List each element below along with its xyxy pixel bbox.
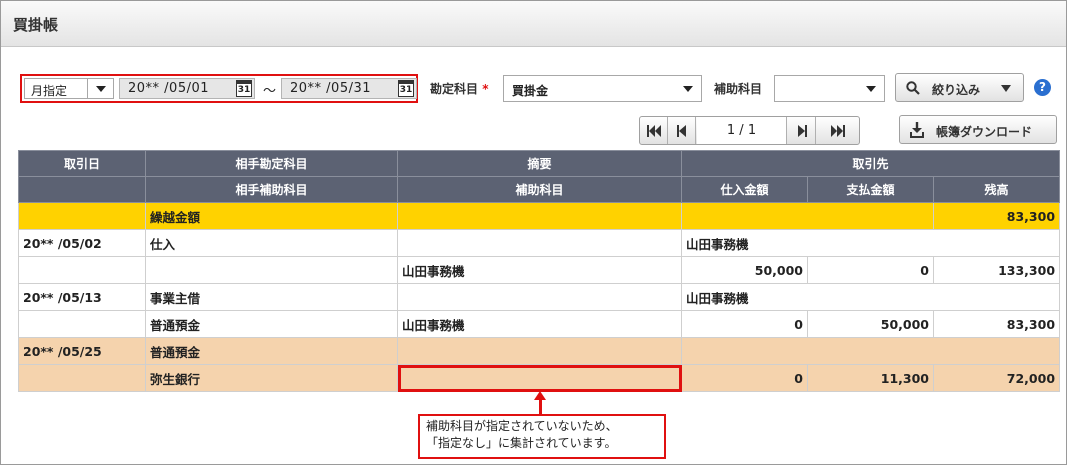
col-date: 取引日 — [18, 150, 146, 177]
sub-account-select[interactable] — [774, 75, 885, 102]
period-mode-value: 月指定 — [31, 84, 68, 98]
partner-cell: 山田事務機 — [680, 283, 1061, 311]
sub-cell: 山田事務機 — [397, 310, 682, 338]
chevron-down-icon — [858, 76, 884, 101]
calendar-icon[interactable]: 31 — [236, 80, 252, 97]
summary-cell — [397, 283, 682, 311]
callout-line-1: 補助科目が指定されていないため、 — [426, 419, 618, 433]
table-row[interactable]: 20** /05/13 事業主借 山田事務機 — [18, 283, 1061, 311]
period-mode-select[interactable]: 月指定 — [24, 78, 114, 99]
header-row: 相手補助科目 補助科目 仕入金額 支払金額 残高 — [18, 176, 1061, 203]
date-cell: 20** /05/13 — [18, 283, 146, 311]
cell — [18, 364, 146, 392]
title-bar: 買掛帳 — [1, 1, 1066, 47]
first-page-button[interactable] — [640, 117, 668, 144]
prev-page-icon — [676, 125, 686, 137]
help-icon[interactable]: ? — [1034, 79, 1051, 96]
search-icon — [906, 81, 920, 95]
page-title: 買掛帳 — [13, 16, 59, 34]
sub-account-cell: 普通預金 — [145, 310, 398, 338]
callout-connector — [539, 398, 542, 414]
col-sub-account: 補助科目 — [397, 176, 682, 203]
date-range-group: 月指定 20** /05/01 31 〜 20** /05/31 31 — [20, 74, 418, 103]
col-blank — [18, 176, 146, 203]
col-counter-sub-account: 相手補助科目 — [145, 176, 398, 203]
payment-cell: 50,000 — [807, 310, 934, 338]
sub-account-cell — [145, 256, 398, 284]
purchase-cell: 0 — [681, 310, 808, 338]
annotation-callout: 補助科目が指定されていないため、 「指定なし」に集計されています。 — [418, 414, 666, 459]
date-from-input[interactable]: 20** /05/01 31 — [119, 78, 255, 99]
account-cell: 普通預金 — [145, 337, 398, 365]
ledger-download-button[interactable]: 帳簿ダウンロード — [899, 115, 1057, 144]
chevron-down-icon — [675, 76, 701, 101]
date-cell: 20** /05/25 — [18, 337, 146, 365]
last-page-icon — [830, 125, 845, 137]
cell — [397, 202, 682, 230]
balance-cell: 133,300 — [932, 256, 1061, 284]
sub-cell: 山田事務機 — [397, 256, 682, 284]
payment-cell: 11,300 — [807, 364, 934, 392]
callout-line-2: 「指定なし」に集計されています。 — [426, 436, 617, 450]
header-row: 取引日 相手勘定科目 摘要 取引先 — [18, 150, 1061, 177]
narrow-down-label: 絞り込み — [932, 83, 981, 97]
pager: 1 / 1 — [639, 116, 860, 145]
col-summary: 摘要 — [397, 150, 682, 177]
ledger-table: 取引日 相手勘定科目 摘要 取引先 相手補助科目 補助科目 仕入金額 支払金額 … — [18, 150, 1061, 392]
purchase-cell: 0 — [681, 364, 808, 392]
page-indicator: 1 / 1 — [697, 117, 787, 144]
account-cell: 仕入 — [145, 229, 398, 257]
prev-page-button[interactable] — [668, 117, 696, 144]
first-page-icon — [646, 125, 661, 137]
partner-cell: 山田事務機 — [680, 229, 1061, 257]
date-to-value: 20** /05/31 — [290, 81, 372, 96]
sub-account-label: 補助科目 — [714, 82, 763, 96]
partner-cell — [680, 337, 1061, 365]
last-page-button[interactable] — [816, 117, 859, 144]
sub-account-cell: 弥生銀行 — [145, 364, 398, 392]
next-page-button[interactable] — [788, 117, 816, 144]
account-select[interactable]: 買掛金 — [503, 75, 702, 102]
summary-cell — [397, 337, 682, 365]
next-page-icon — [797, 125, 807, 137]
narrow-down-button[interactable]: 絞り込み — [895, 73, 1024, 102]
table-row-selected[interactable]: 弥生銀行 0 11,300 72,000 — [18, 364, 1061, 392]
account-label-text: 勘定科目 — [430, 82, 479, 96]
table-row[interactable]: 20** /05/02 仕入 山田事務機 — [18, 229, 1061, 257]
cell — [681, 202, 934, 230]
chevron-down-icon — [87, 79, 113, 98]
cell — [18, 256, 146, 284]
ledger-download-label: 帳簿ダウンロード — [936, 125, 1033, 139]
carry-balance: 83,300 — [932, 202, 1061, 230]
date-to-input[interactable]: 20** /05/31 31 — [281, 78, 417, 99]
carry-label: 繰越金額 — [145, 202, 398, 230]
chevron-down-icon — [1001, 85, 1011, 92]
balance-cell: 83,300 — [932, 310, 1061, 338]
purchase-cell: 50,000 — [681, 256, 808, 284]
col-counter-account: 相手勘定科目 — [145, 150, 398, 177]
range-separator: 〜 — [263, 84, 277, 99]
account-label: 勘定科目 * — [430, 80, 488, 97]
calendar-icon[interactable]: 31 — [398, 80, 414, 97]
account-value: 買掛金 — [512, 84, 549, 98]
date-from-value: 20** /05/01 — [128, 81, 210, 96]
table-row[interactable]: 普通預金 山田事務機 0 50,000 83,300 — [18, 310, 1061, 338]
date-cell: 20** /05/02 — [18, 229, 146, 257]
cell — [18, 310, 146, 338]
col-purchase: 仕入金額 — [681, 176, 808, 203]
cell — [18, 202, 146, 230]
required-mark: * — [482, 82, 489, 96]
table-row-selected[interactable]: 20** /05/25 普通預金 — [18, 337, 1061, 365]
payment-cell: 0 — [807, 256, 934, 284]
sub-cell-highlighted — [397, 364, 682, 392]
carry-forward-row[interactable]: 繰越金額 83,300 — [18, 202, 1061, 230]
col-partner: 取引先 — [680, 150, 1061, 177]
account-cell: 事業主借 — [145, 283, 398, 311]
download-icon — [910, 122, 924, 138]
table-row[interactable]: 山田事務機 50,000 0 133,300 — [18, 256, 1061, 284]
col-balance: 残高 — [932, 176, 1061, 203]
balance-cell: 72,000 — [932, 364, 1061, 392]
summary-cell — [397, 229, 682, 257]
col-payment: 支払金額 — [807, 176, 934, 203]
